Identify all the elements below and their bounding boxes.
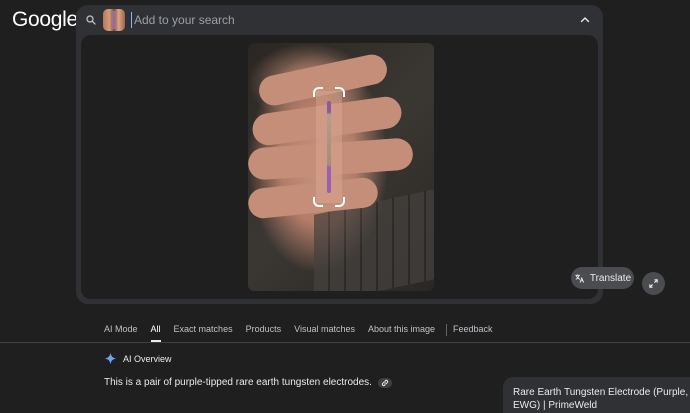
google-logo[interactable]: Google xyxy=(12,8,78,32)
tab-exact-matches[interactable]: Exact matches xyxy=(174,324,233,342)
search-bar xyxy=(76,5,603,35)
ai-overview-title: AI Overview xyxy=(123,353,172,364)
translate-icon xyxy=(575,273,584,283)
search-input[interactable] xyxy=(131,12,531,28)
side-result-title[interactable]: Rare Earth Tungsten Electrode (Purple, E… xyxy=(513,387,688,411)
expand-button[interactable] xyxy=(642,272,665,295)
ai-overview-answer: This is a pair of purple-tipped rare ear… xyxy=(104,377,392,388)
tab-separator xyxy=(446,324,447,336)
electrode-object xyxy=(327,101,331,193)
translate-button-label: Translate xyxy=(589,272,632,284)
tab-all[interactable]: All xyxy=(150,324,161,342)
chevron-up-icon[interactable] xyxy=(579,14,591,26)
translate-button[interactable]: Translate xyxy=(571,267,634,289)
source-link-chip[interactable] xyxy=(377,377,392,388)
link-icon xyxy=(381,379,389,386)
tabs-divider xyxy=(0,342,690,343)
crop-handle-top-right[interactable] xyxy=(335,87,345,97)
search-icon[interactable] xyxy=(85,14,97,26)
query-image[interactable] xyxy=(248,43,434,291)
image-preview-area xyxy=(81,35,598,299)
crop-handle-top-left[interactable] xyxy=(313,87,323,97)
tab-products[interactable]: Products xyxy=(246,324,282,342)
ai-overview-answer-text: This is a pair of purple-tipped rare ear… xyxy=(104,377,372,388)
gemini-sparkle-icon xyxy=(104,352,117,365)
expand-icon xyxy=(649,279,658,288)
image-search-panel: Translate xyxy=(76,5,665,304)
query-image-thumbnail[interactable] xyxy=(103,9,125,31)
tab-ai-mode[interactable]: AI Mode xyxy=(104,324,138,342)
ai-overview-header: AI Overview xyxy=(104,352,172,365)
crop-handle-bottom-left[interactable] xyxy=(313,197,323,207)
tab-visual-matches[interactable]: Visual matches xyxy=(294,324,355,342)
tab-about-this-image[interactable]: About this image xyxy=(368,324,435,342)
tab-feedback[interactable]: Feedback xyxy=(453,324,493,342)
side-result-card[interactable]: Rare Earth Tungsten Electrode (Purple, E… xyxy=(503,377,690,413)
crop-selection-box[interactable] xyxy=(313,87,345,207)
